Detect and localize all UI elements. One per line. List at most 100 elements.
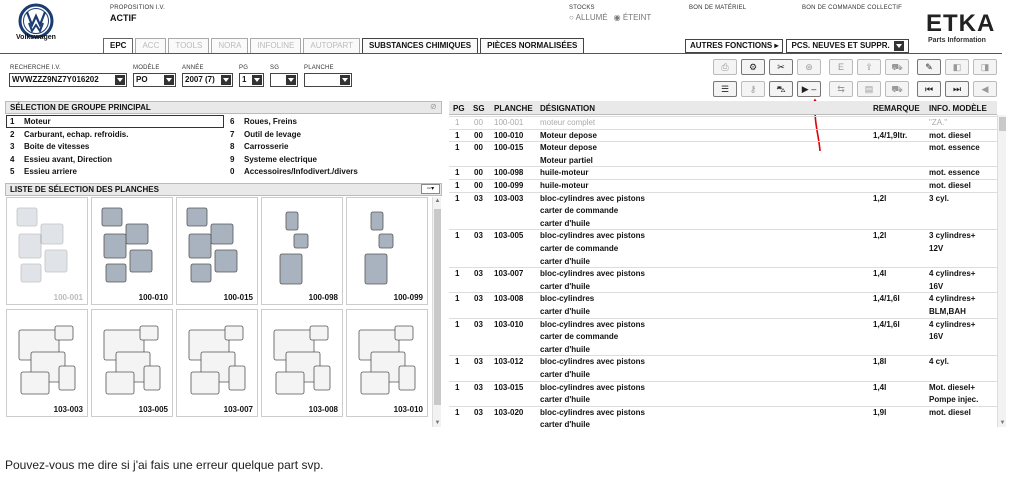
table-row[interactable]: 1 03 103-008 1,4/1,6l bloc-cylindres carter d… [449,292,997,317]
vin-input[interactable]: WVWZZZ9NZ7Y016202 [9,73,127,87]
tab-acc[interactable]: ACC [135,38,167,53]
plates-panel-title: LISTE DE SÉLECTION DES PLANCHES [5,183,442,196]
bom-label[interactable]: BON DE MATÉRIEL [689,5,746,11]
cell-pg: 1 [455,407,460,417]
col-plate[interactable]: PLANCHE [494,104,533,113]
group-item-0[interactable]: 0 Accessoires/Infodivert./divers [230,167,358,176]
list-icon[interactable]: ☰ [713,81,737,97]
cell-model-info: "ZA." [929,118,948,127]
elsa-icon[interactable]: E [829,59,853,75]
col-designation[interactable]: DÉSIGNATION [540,104,595,113]
year-select[interactable]: 2007 (7) [182,73,233,87]
tab-epc[interactable]: EPC [103,38,134,54]
model-select[interactable]: PO [133,73,176,87]
cart-add-icon[interactable]: ⛟ [885,59,909,75]
group-item-1[interactable]: 1 Moteur [10,117,51,126]
engine-drawing-icon [186,207,238,283]
car-icon[interactable]: ⛍ [769,81,793,97]
plate-thumbnail[interactable]: 100-099 [346,197,428,305]
key-icon[interactable]: ⚷ [741,81,765,97]
pg-select[interactable]: 1 [239,73,264,87]
scroll-up-icon[interactable]: ▲ [433,198,442,204]
cart-icon[interactable]: ⛟ [885,81,909,97]
plate-thumbnail[interactable]: 100-015 [176,197,258,305]
plate-thumbnail[interactable]: 103-007 [176,309,258,417]
table-row[interactable]: 1 03 103-015 1,4l bloc-cylindres avec piston… [449,380,997,406]
col-model-info[interactable]: INFO. MODÈLE [929,104,987,113]
tab-infoline[interactable]: INFOLINE [250,38,302,53]
group-item-7[interactable]: 7 Outil de levage [230,130,301,139]
list-export-icon[interactable]: ⇪ [857,59,881,75]
cell-remark: 1,4/1,9ltr. [873,130,908,140]
compare-icon[interactable]: ⇆ [829,81,853,97]
plate-thumbnail[interactable]: 103-003 [6,309,88,417]
table-scrollbar[interactable]: ▼ [997,115,1006,427]
last-page-icon[interactable]: ⏭ [945,81,969,97]
col-remark[interactable]: REMARQUE [873,104,920,113]
table-row[interactable]: 1 03 103-003 1,2l bloc-cylindres avec piston… [449,191,997,230]
table-row[interactable]: 1 03 103-005 1,2l bloc-cylindres avec piston… [449,229,997,267]
document-icon[interactable]: ▤ [857,81,881,97]
cell-designation: moteur complet [540,118,596,127]
col-sg[interactable]: SG [473,104,485,113]
plate-label: PLANCHE [304,65,334,71]
group-item-5[interactable]: 5 Essieu arriere [10,167,77,176]
prev-icon[interactable]: ◀ [973,81,997,97]
cell-plate: 100-099 [494,181,524,190]
table-row[interactable]: 1 00 100-001 moteur complet "ZA." [449,116,997,129]
scroll-thumb[interactable] [434,209,441,405]
tab-standard-parts[interactable]: PIÈCES NORMALISÉES [480,38,585,53]
other-functions-button[interactable]: AUTRES FONCTIONS ▸ [685,39,784,53]
group-item-6[interactable]: 6 Roues, Freins [230,117,297,126]
plates-scrollbar[interactable]: ▲ ▼ [432,197,441,427]
tab-nora[interactable]: NORA [211,38,249,53]
table-row[interactable]: 1 00 100-015 Moteur depose Moteur partiel mot… [449,141,997,166]
stocks-off-radio[interactable]: ◉ ÉTEINT [614,13,652,22]
collective-order-label[interactable]: BON DE COMMANDE COLLECTIF [802,5,902,11]
service-icon[interactable]: ⚙ [741,59,765,75]
col-pg[interactable]: PG [453,104,465,113]
plate-thumbnail[interactable]: 100-098 [261,197,343,305]
tab-tools[interactable]: TOOLS [168,38,210,53]
page-forward-icon[interactable]: ◨ [973,59,997,75]
tab-autopart[interactable]: AUTOPART [303,38,361,53]
tab-chemical-substances[interactable]: SUBSTANCES CHIMIQUES [362,38,479,53]
play-minus-icon[interactable]: ▶ – [797,81,821,97]
vehicle-data-icon[interactable]: ⊛ [797,59,821,75]
sg-select[interactable] [270,73,298,87]
print-icon[interactable]: ⎙ [713,59,737,75]
table-row[interactable]: 1 00 100-098 huile-moteur mot. essence [449,166,997,179]
group-item-4[interactable]: 4 Essieu avant, Direction [10,155,112,164]
table-row[interactable]: 1 03 103-007 1,4l bloc-cylindres avec piston… [449,267,997,292]
table-row[interactable]: 1 03 103-010 1,4/1,6l bloc-cylindres avec pi… [449,317,997,356]
plate-select[interactable] [304,73,352,87]
plate-thumbnail[interactable]: 103-008 [261,309,343,417]
group-item-3[interactable]: 3 Boite de vitesses [10,142,89,151]
scroll-down-icon[interactable]: ▼ [998,420,1007,426]
scroll-thumb[interactable] [999,117,1006,131]
table-row[interactable]: 1 00 100-010 1,4/1,9ltr. Moteur depose mot. d… [449,128,997,142]
first-page-icon[interactable]: ⏮ [917,81,941,97]
vin-label: RECHERCHE I.V. [10,65,61,71]
plate-thumbnail[interactable]: 100-001 [6,197,88,305]
sg-label: SG [270,65,280,71]
group-item-9[interactable]: 9 Systeme electrique [230,155,317,164]
scroll-down-icon[interactable]: ▼ [433,420,442,426]
plate-thumbnail[interactable]: 100-010 [91,197,173,305]
link-icon[interactable]: ⊘ [430,102,437,111]
view-mode-select[interactable]: ▫▫▾ [421,184,440,194]
pin-icon[interactable]: ✎ [917,59,941,75]
plate-thumbnail[interactable]: 103-010 [346,309,428,417]
group-item-2[interactable]: 2 Carburant, echap. refroidis. [10,130,128,139]
plate-thumbnail[interactable]: 103-005 [91,309,173,417]
table-row[interactable]: 1 00 100-099 huile-moteur mot. diesel [449,179,997,192]
group-item-8[interactable]: 8 Carrosserie [230,142,288,151]
table-row[interactable]: 1 03 103-012 1,8l bloc-cylindres avec piston… [449,355,997,380]
other-functions-select[interactable]: PCS. NEUVES ET SUPPR. [786,39,909,53]
stocks-on-radio[interactable]: ○ ALLUMÉ [569,13,608,22]
tools-icon[interactable]: ✂ [769,59,793,75]
page-back-icon[interactable]: ◧ [945,59,969,75]
cell-remark: 1,8l [873,357,887,367]
table-row[interactable]: 1 03 103-020 1,9l bloc-cylindres avec piston… [449,405,997,431]
cell-designation: carter de commande [540,206,619,216]
